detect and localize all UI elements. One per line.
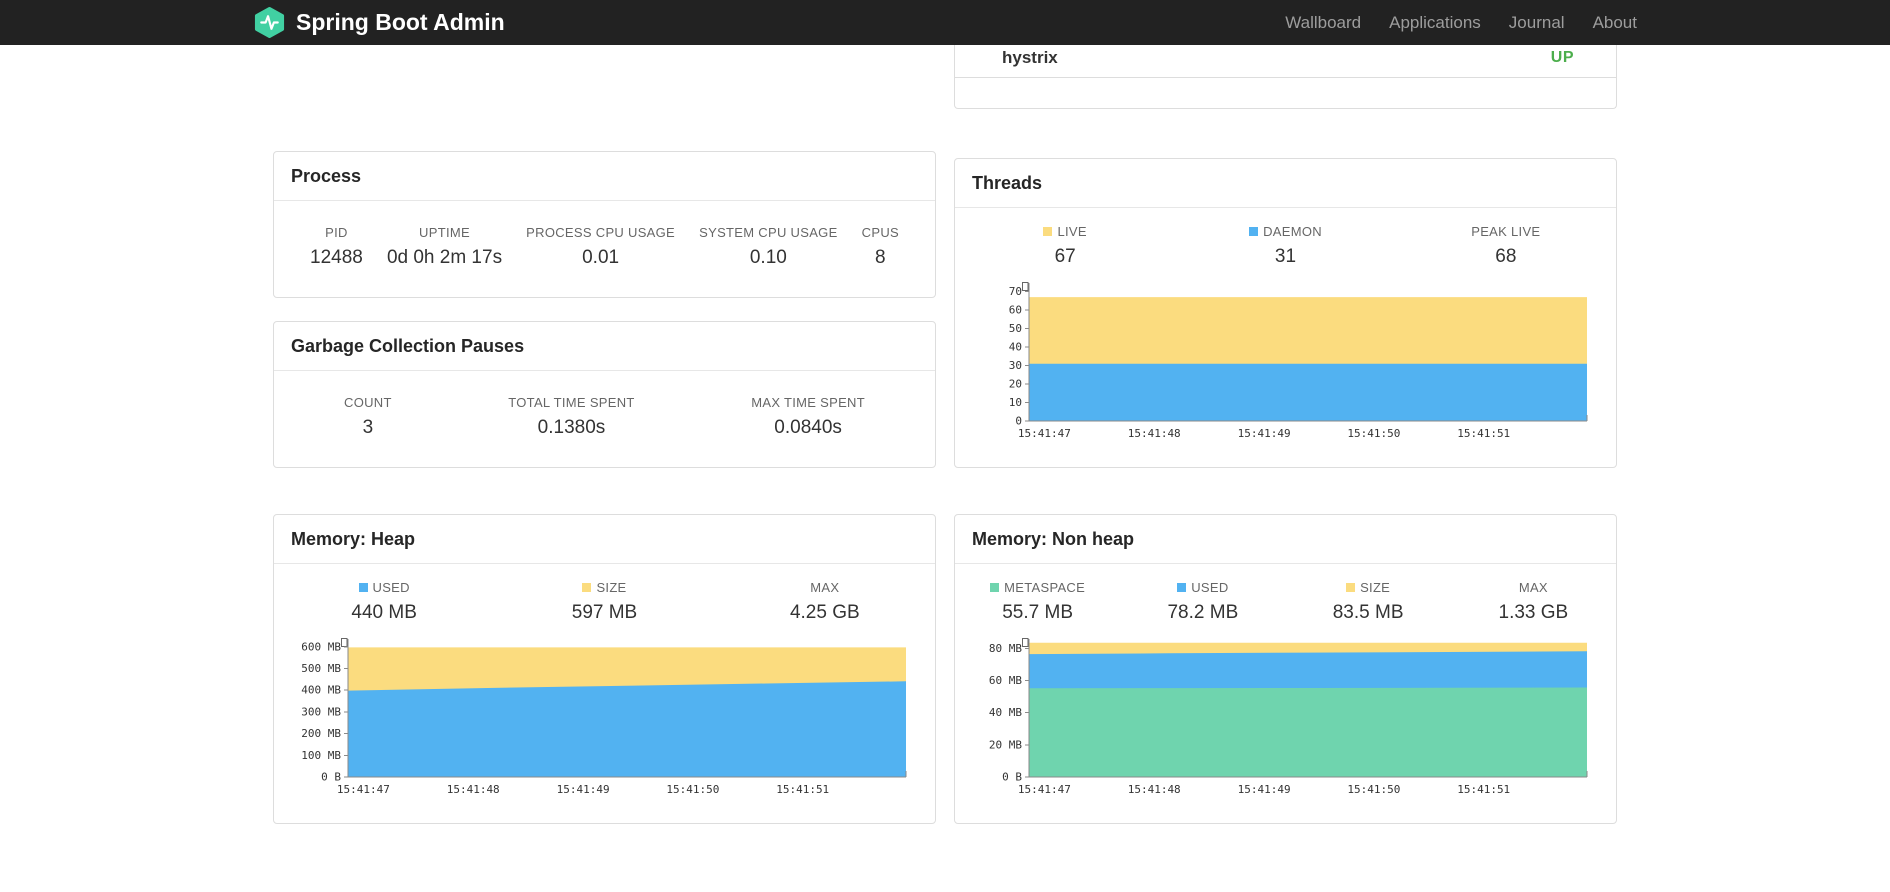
brand-link[interactable]: Spring Boot Admin — [253, 6, 505, 39]
stat-cpus: CPUS 8 — [861, 225, 899, 268]
stat-gc-count: COUNT 3 — [344, 395, 392, 438]
svg-text:15:41:49: 15:41:49 — [1238, 783, 1291, 796]
live-swatch-icon — [1043, 227, 1053, 236]
stat-gc-max-time: MAX TIME SPENT 0.0840s — [751, 395, 865, 438]
nav-links: Wallboard Applications Journal About — [1285, 13, 1637, 33]
health-card: hystrix UP — [954, 45, 1617, 109]
svg-text:15:41:47: 15:41:47 — [1018, 783, 1071, 796]
threads-card: Threads LIVE 67 DAEMON 31 PEAK LIVE 68 0… — [954, 158, 1617, 468]
nonheap-memory-chart: 0 B 20 MB 40 MB 60 MB 80 MB 15:41:47 15:41:48 1… — [955, 636, 1616, 805]
process-stats: PID 12488 UPTIME 0d 0h 2m 17s PROCESS CP… — [310, 225, 899, 269]
stat-process-cpu-usage: PROCESS CPU USAGE 0.01 — [526, 225, 676, 268]
threads-chart: 0 10 20 30 40 50 60 70 15:41:47 15:41:48 15:41:49 1… — [955, 280, 1616, 449]
threads-card-title: Threads — [955, 159, 1616, 208]
svg-text:0 B: 0 B — [321, 771, 341, 784]
nonheap-legend: METASPACE 55.7 MB USED 78.2 MB SIZE 83.5… — [955, 580, 1616, 624]
svg-text:50: 50 — [1009, 322, 1022, 335]
heap-memory-chart: 0 B 100 MB 200 MB 300 MB 400 MB 500 MB 600 MB 1… — [274, 636, 935, 805]
svg-text:15:41:51: 15:41:51 — [1457, 783, 1510, 796]
threads-legend: LIVE 67 DAEMON 31 PEAK LIVE 68 — [955, 224, 1616, 268]
svg-text:70: 70 — [1009, 285, 1022, 298]
svg-text:100 MB: 100 MB — [301, 749, 341, 762]
legend-nonheap-used: USED 78.2 MB — [1167, 580, 1239, 623]
nav-link-wallboard[interactable]: Wallboard — [1285, 13, 1361, 33]
svg-text:30: 30 — [1009, 359, 1022, 372]
nav-link-applications[interactable]: Applications — [1389, 13, 1481, 33]
legend-heap-max: MAX 4.25 GB — [789, 580, 860, 623]
svg-text:15:41:51: 15:41:51 — [1457, 427, 1510, 440]
svg-text:0: 0 — [1015, 415, 1022, 428]
memory-heap-card-title: Memory: Heap — [274, 515, 935, 564]
gc-card: Garbage Collection Pauses COUNT 3 TOTAL … — [273, 321, 936, 468]
health-row-hystrix: hystrix UP — [955, 45, 1616, 78]
stat-system-cpu-usage: SYSTEM CPU USAGE 0.10 — [699, 225, 838, 268]
svg-text:15:41:49: 15:41:49 — [557, 783, 610, 796]
used-swatch-icon — [358, 583, 368, 592]
stat-uptime: UPTIME 0d 0h 2m 17s — [386, 225, 503, 268]
svg-text:15:41:47: 15:41:47 — [337, 783, 390, 796]
size-swatch-icon — [582, 583, 592, 592]
daemon-swatch-icon — [1249, 227, 1259, 236]
status-badge: UP — [1550, 49, 1574, 66]
legend-threads-peak-live: PEAK LIVE 68 — [1471, 224, 1541, 267]
legend-nonheap-metaspace: METASPACE 55.7 MB — [955, 580, 1120, 624]
used-swatch-icon — [1177, 583, 1187, 592]
svg-text:600 MB: 600 MB — [301, 640, 341, 653]
size-swatch-icon — [1346, 583, 1356, 592]
main-content: Process PID 12488 UPTIME 0d 0h 2m 17s PR… — [273, 45, 1617, 824]
metaspace-swatch-icon — [990, 583, 1000, 592]
svg-text:300 MB: 300 MB — [301, 705, 341, 718]
process-card-title: Process — [274, 152, 935, 201]
svg-text:0 B: 0 B — [1002, 771, 1022, 784]
legend-nonheap-max: MAX 1.33 GB — [1498, 580, 1569, 623]
svg-text:15:41:50: 15:41:50 — [1347, 783, 1400, 796]
svg-text:15:41:48: 15:41:48 — [1128, 427, 1181, 440]
svg-text:60 MB: 60 MB — [989, 674, 1022, 687]
legend-heap-used: USED 440 MB — [351, 580, 417, 623]
nav-link-about[interactable]: About — [1593, 13, 1637, 33]
gc-card-title: Garbage Collection Pauses — [274, 322, 935, 371]
navbar: Spring Boot Admin Wallboard Applications… — [0, 0, 1890, 45]
svg-text:15:41:50: 15:41:50 — [666, 783, 719, 796]
svg-text:40: 40 — [1009, 341, 1022, 354]
legend-heap-size: SIZE 597 MB — [571, 580, 638, 623]
right-column: hystrix UP Threads LIVE 67 DAEMON 31 PEA… — [954, 45, 1617, 824]
svg-text:400 MB: 400 MB — [301, 684, 341, 697]
svg-text:15:41:48: 15:41:48 — [1128, 783, 1181, 796]
nav-link-journal[interactable]: Journal — [1509, 13, 1565, 33]
svg-text:500 MB: 500 MB — [301, 662, 341, 675]
stat-gc-total-time: TOTAL TIME SPENT 0.1380s — [508, 395, 635, 438]
left-column: Process PID 12488 UPTIME 0d 0h 2m 17s PR… — [273, 45, 936, 824]
legend-threads-daemon: DAEMON 31 — [1175, 224, 1395, 268]
memory-heap-card: Memory: Heap USED 440 MB SIZE 597 MB MAX… — [273, 514, 936, 824]
legend-threads-live: LIVE 67 — [955, 224, 1175, 268]
svg-text:15:41:51: 15:41:51 — [776, 783, 829, 796]
svg-text:15:41:47: 15:41:47 — [1018, 427, 1071, 440]
stat-pid: PID 12488 — [310, 225, 363, 268]
svg-text:15:41:48: 15:41:48 — [447, 783, 500, 796]
memory-nonheap-card-title: Memory: Non heap — [955, 515, 1616, 564]
svg-text:80 MB: 80 MB — [989, 642, 1022, 655]
svg-text:200 MB: 200 MB — [301, 727, 341, 740]
gc-stats: COUNT 3 TOTAL TIME SPENT 0.1380s MAX TIM… — [344, 395, 865, 439]
svg-text:15:41:49: 15:41:49 — [1238, 427, 1291, 440]
svg-text:20 MB: 20 MB — [989, 738, 1022, 751]
left-column-spacer — [273, 45, 936, 151]
heap-legend: USED 440 MB SIZE 597 MB MAX 4.25 GB — [274, 580, 935, 624]
health-item-name: hystrix — [1002, 48, 1058, 67]
svg-text:60: 60 — [1009, 304, 1022, 317]
process-card: Process PID 12488 UPTIME 0d 0h 2m 17s PR… — [273, 151, 936, 298]
svg-text:20: 20 — [1009, 378, 1022, 391]
svg-text:15:41:50: 15:41:50 — [1347, 427, 1400, 440]
svg-text:10: 10 — [1009, 396, 1022, 409]
spring-boot-admin-logo-icon — [253, 6, 286, 39]
svg-text:40 MB: 40 MB — [989, 706, 1022, 719]
brand-title: Spring Boot Admin — [296, 9, 505, 35]
legend-nonheap-size: SIZE 83.5 MB — [1332, 580, 1404, 623]
memory-nonheap-card: Memory: Non heap METASPACE 55.7 MB USED … — [954, 514, 1617, 824]
